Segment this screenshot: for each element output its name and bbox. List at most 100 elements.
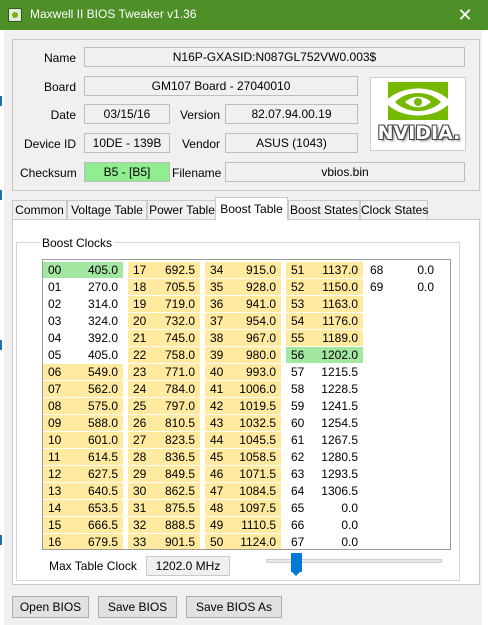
tab-clock-states[interactable]: Clock States: [360, 200, 428, 219]
date-label: Date: [50, 108, 76, 122]
boost-clock-value-cell[interactable]: 0.0: [389, 279, 439, 295]
boost-clock-value-cell[interactable]: 1045.5: [235, 432, 281, 448]
open-bios-button[interactable]: Open BIOS: [12, 596, 89, 618]
boost-index-cell: 00: [43, 262, 71, 278]
boost-clock-value-cell[interactable]: 771.0: [158, 364, 200, 380]
boost-clock-value-cell[interactable]: 993.0: [235, 364, 281, 380]
save-bios-as-button[interactable]: Save BIOS As: [186, 596, 282, 618]
boost-clock-value-cell[interactable]: 784.0: [158, 381, 200, 397]
tab-power-table[interactable]: Power Table: [147, 200, 217, 219]
tab-common[interactable]: Common: [12, 200, 67, 219]
boost-clock-value-cell[interactable]: 405.0: [71, 347, 123, 363]
boost-clock-value-cell[interactable]: 1097.5: [235, 500, 281, 516]
tab-boost-table[interactable]: Boost Table: [215, 197, 288, 220]
boost-clock-value-cell[interactable]: 705.5: [158, 279, 200, 295]
boost-index-cell: 32: [128, 517, 158, 533]
boost-clock-value-cell[interactable]: 549.0: [71, 364, 123, 380]
boost-index-cell: 45: [205, 449, 235, 465]
boost-clock-value-cell[interactable]: 967.0: [235, 330, 281, 346]
boost-clock-value-cell[interactable]: 0.0: [316, 500, 363, 516]
boost-index-cell: 22: [128, 347, 158, 363]
boost-clock-value-cell[interactable]: 888.5: [158, 517, 200, 533]
boost-clock-value-cell[interactable]: 797.0: [158, 398, 200, 414]
boost-clock-value-cell[interactable]: 758.0: [158, 347, 200, 363]
boost-clock-value-cell[interactable]: 875.5: [158, 500, 200, 516]
boost-clock-value-cell[interactable]: 601.0: [71, 432, 123, 448]
boost-slider-thumb[interactable]: [291, 553, 302, 576]
save-bios-button[interactable]: Save BIOS: [98, 596, 177, 618]
boost-clock-value-cell[interactable]: 823.5: [158, 432, 200, 448]
boost-index-cell: 20: [128, 313, 158, 329]
boost-clock-value-cell[interactable]: 588.0: [71, 415, 123, 431]
filename-field[interactable]: vbios.bin: [225, 162, 465, 182]
board-field[interactable]: GM107 Board - 27040010: [84, 76, 358, 96]
tab-boost-states[interactable]: Boost States: [288, 200, 360, 219]
boost-clock-value-cell[interactable]: 941.0: [235, 296, 281, 312]
boost-clock-value-cell[interactable]: 954.0: [235, 313, 281, 329]
boost-index-cell: 02: [48, 297, 62, 311]
boost-clock-value-cell[interactable]: 640.5: [71, 483, 123, 499]
board-label: Board: [43, 80, 76, 94]
boost-index-cell: 26: [128, 415, 158, 431]
tab-voltage-table[interactable]: Voltage Table: [67, 200, 147, 219]
boost-clock-value-cell[interactable]: 1267.5: [316, 432, 363, 448]
boost-clock-value-cell[interactable]: 1293.5: [316, 466, 363, 482]
boost-clock-value-cell[interactable]: 928.0: [235, 279, 281, 295]
boost-clock-value-cell[interactable]: 836.5: [158, 449, 200, 465]
boost-clock-value-cell[interactable]: 562.0: [71, 381, 123, 397]
boost-clock-value-cell[interactable]: 270.0: [71, 279, 123, 295]
boost-clock-value-cell[interactable]: 1163.0: [316, 296, 363, 312]
boost-clock-value-cell[interactable]: 862.5: [158, 483, 200, 499]
boost-clock-value-cell[interactable]: 732.0: [158, 313, 200, 329]
boost-clock-value-cell[interactable]: 692.5: [158, 262, 200, 278]
boost-clock-value-cell[interactable]: 575.0: [71, 398, 123, 414]
boost-clock-value-cell[interactable]: 1032.5: [235, 415, 281, 431]
device-id-field[interactable]: 10DE - 139B: [84, 133, 170, 153]
boost-clock-value-cell[interactable]: 324.0: [71, 313, 123, 329]
boost-clock-value-cell[interactable]: 0.0: [316, 534, 363, 549]
boost-clock-value-cell[interactable]: 1202.0: [316, 347, 363, 363]
close-button[interactable]: ✕: [442, 0, 488, 30]
boost-clock-value-cell[interactable]: 405.0: [71, 262, 123, 278]
boost-clock-value-cell[interactable]: 1150.0: [316, 279, 363, 295]
boost-clock-value-cell[interactable]: 1058.5: [235, 449, 281, 465]
boost-clock-value-cell[interactable]: 901.5: [158, 534, 200, 549]
boost-index-cell: 13: [43, 483, 71, 499]
boost-clock-value-cell[interactable]: 1071.5: [235, 466, 281, 482]
boost-clock-value-cell[interactable]: 1110.5: [235, 517, 281, 533]
boost-clock-value-cell[interactable]: 0.0: [389, 262, 439, 278]
boost-clock-value-cell[interactable]: 719.0: [158, 296, 200, 312]
boost-clock-value-cell[interactable]: 653.5: [71, 500, 123, 516]
checksum-field[interactable]: B5 - [B5]: [84, 162, 170, 182]
boost-clock-value-cell[interactable]: 915.0: [235, 262, 281, 278]
boost-clock-value-cell[interactable]: 1137.0: [316, 262, 363, 278]
boost-clock-value-cell[interactable]: 1176.0: [316, 313, 363, 329]
boost-clock-value-cell[interactable]: 980.0: [235, 347, 281, 363]
boost-clock-value-cell[interactable]: 1019.5: [235, 398, 281, 414]
boost-clock-value-cell[interactable]: 810.5: [158, 415, 200, 431]
boost-clock-value-cell[interactable]: 666.5: [71, 517, 123, 533]
boost-clock-value-cell[interactable]: 1241.5: [316, 398, 363, 414]
boost-clock-value-cell[interactable]: 1306.5: [316, 483, 363, 499]
boost-clock-value-cell[interactable]: 614.5: [71, 449, 123, 465]
vendor-field[interactable]: ASUS (1043): [225, 133, 358, 153]
boost-index-cell: 58: [291, 382, 305, 396]
boost-clock-value-cell[interactable]: 392.0: [71, 330, 123, 346]
boost-clock-value-cell[interactable]: 1254.5: [316, 415, 363, 431]
version-field[interactable]: 82.07.94.00.19: [225, 104, 358, 124]
date-field[interactable]: 03/15/16: [84, 104, 170, 124]
boost-clock-value-cell[interactable]: 0.0: [316, 517, 363, 533]
boost-clock-value-cell[interactable]: 849.5: [158, 466, 200, 482]
boost-clock-value-cell[interactable]: 1006.0: [235, 381, 281, 397]
boost-clock-value-cell[interactable]: 1189.0: [316, 330, 363, 346]
boost-clock-value-cell[interactable]: 1215.5: [316, 364, 363, 380]
boost-clock-value-cell[interactable]: 1084.5: [235, 483, 281, 499]
boost-clock-value-cell[interactable]: 1124.0: [235, 534, 281, 549]
boost-clock-value-cell[interactable]: 1228.5: [316, 381, 363, 397]
boost-clock-value-cell[interactable]: 1280.5: [316, 449, 363, 465]
boost-clock-value-cell[interactable]: 314.0: [71, 296, 123, 312]
boost-clock-value-cell[interactable]: 679.5: [71, 534, 123, 549]
name-field[interactable]: N16P-GXASID:N087GL752VW0.003$: [84, 47, 465, 67]
boost-clock-value-cell[interactable]: 627.5: [71, 466, 123, 482]
boost-clock-value-cell[interactable]: 745.0: [158, 330, 200, 346]
